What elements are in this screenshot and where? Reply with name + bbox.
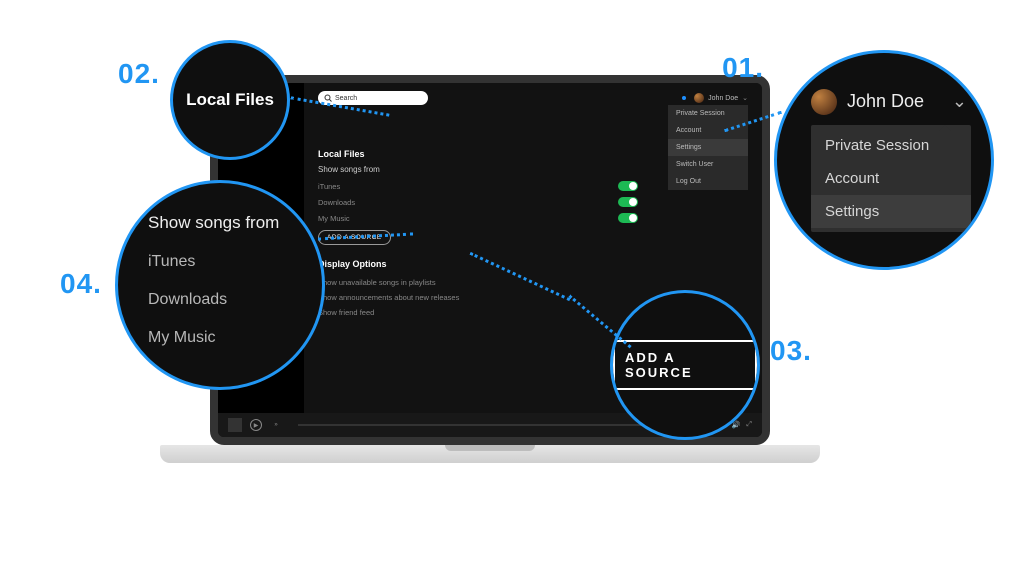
toggle-my-music[interactable] <box>618 213 638 223</box>
play-button[interactable]: ▶ <box>250 419 262 431</box>
callout-01-username: John Doe <box>847 91 924 112</box>
menu-item-settings[interactable]: Settings <box>811 195 971 228</box>
toggle-itunes[interactable] <box>618 181 638 191</box>
avatar <box>811 89 837 115</box>
source-row-itunes: iTunes <box>318 178 638 194</box>
show-songs-from-label: Show songs from <box>318 165 748 174</box>
source-label: My Music <box>318 214 350 223</box>
callout-04-item: My Music <box>148 319 322 357</box>
section-local-files: Local Files <box>318 149 748 159</box>
callout-number-04: 04. <box>60 268 102 300</box>
callout-01-menu: Private Session Account Settings <box>811 125 971 232</box>
album-art-placeholder <box>228 418 242 432</box>
avatar <box>694 93 704 103</box>
chevron-down-icon: ⌄ <box>952 91 967 112</box>
callout-number-01: 01. <box>722 52 764 84</box>
source-label: Downloads <box>318 198 355 207</box>
section-display-options: Display Options <box>318 259 748 269</box>
source-label: iTunes <box>318 182 340 191</box>
callout-01-user-row[interactable]: John Doe ⌄ <box>811 89 991 115</box>
callout-04-item: Downloads <box>148 281 322 319</box>
callout-03-add-source: ADD A SOURCE <box>610 290 760 440</box>
next-button[interactable]: » <box>270 419 282 431</box>
laptop-base <box>160 445 820 463</box>
display-row: Show announcements about new releases <box>318 290 638 305</box>
callout-04-heading: Show songs from <box>148 213 322 233</box>
callout-number-02: 02. <box>118 58 160 90</box>
progress-bar[interactable] <box>298 424 682 426</box>
callout-number-03: 03. <box>770 335 812 367</box>
toggle-downloads[interactable] <box>618 197 638 207</box>
search-input[interactable]: Search <box>318 91 428 105</box>
user-menu-trigger[interactable]: John Doe ⌄ <box>682 93 748 103</box>
expand-icon[interactable]: ⤢ <box>746 421 752 429</box>
menu-item-private-session[interactable]: Private Session <box>811 129 971 162</box>
source-row-my-music: My Music <box>318 210 638 226</box>
search-placeholder: Search <box>335 95 357 102</box>
search-icon <box>324 94 332 102</box>
source-row-downloads: Downloads <box>318 194 638 210</box>
menu-item-account[interactable]: Account <box>811 162 971 195</box>
callout-04-show-songs: Show songs from iTunes Downloads My Musi… <box>115 180 325 390</box>
user-name: John Doe <box>708 95 738 102</box>
menu-item-private-session[interactable]: Private Session <box>668 105 748 122</box>
callout-02-text: Local Files <box>186 90 274 110</box>
callout-01-user-menu: John Doe ⌄ Private Session Account Setti… <box>774 50 994 270</box>
display-row: Show unavailable songs in playlists <box>318 275 638 290</box>
add-a-source-button[interactable]: ADD A SOURCE <box>613 340 757 390</box>
callout-02-local-files: Local Files <box>170 40 290 160</box>
chevron-down-icon: ⌄ <box>742 94 748 102</box>
notification-icon[interactable] <box>682 96 686 100</box>
callout-04-item: iTunes <box>148 243 322 281</box>
